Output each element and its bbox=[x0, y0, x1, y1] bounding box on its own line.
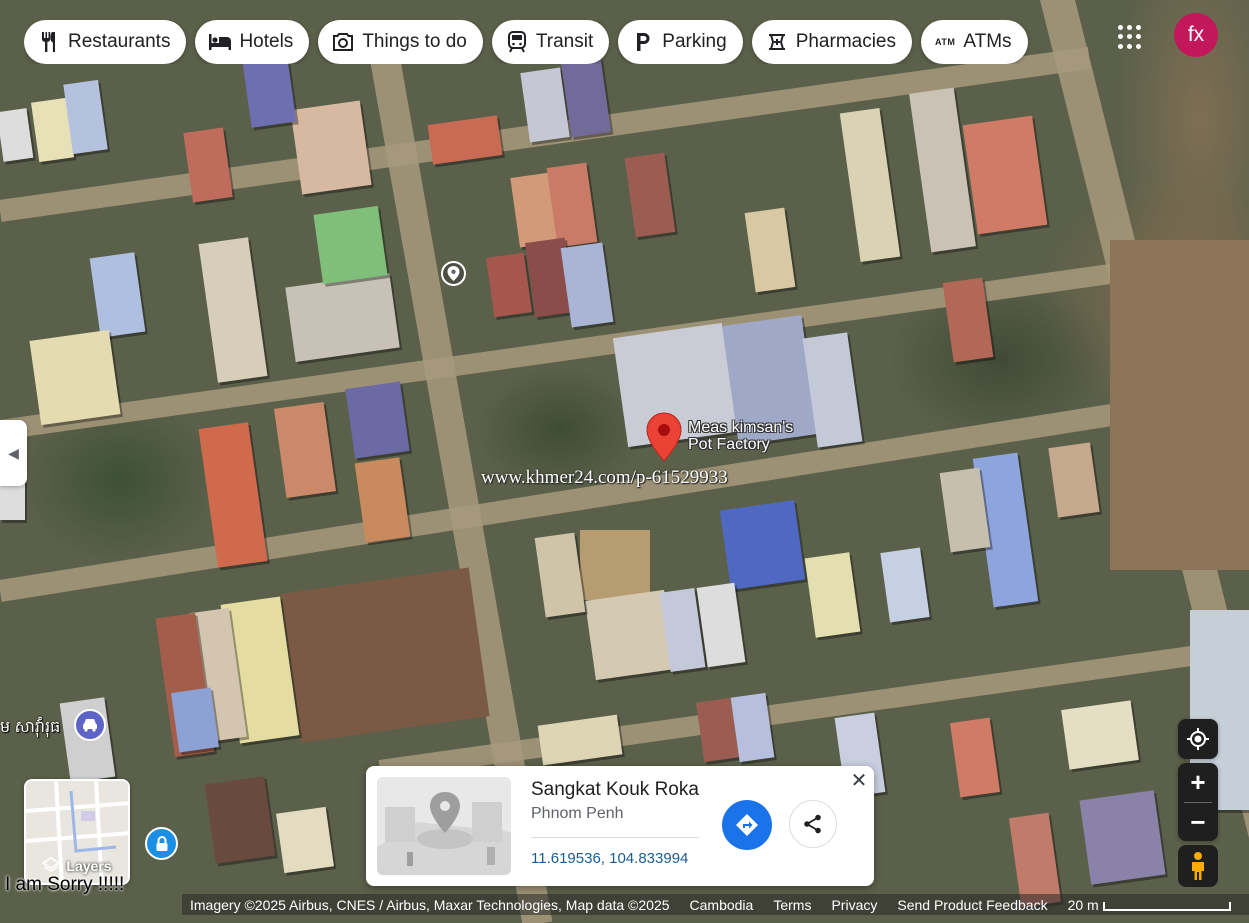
pegman-street-view-icon[interactable] bbox=[1178, 845, 1218, 887]
category-chips: Restaurants Hotels Things to do Transit … bbox=[24, 20, 1044, 64]
close-icon[interactable]: ✕ bbox=[848, 769, 870, 792]
terms-link[interactable]: Terms bbox=[773, 897, 811, 913]
layers-button[interactable]: Layers bbox=[24, 779, 130, 885]
place-label-line2: Pot Factory bbox=[688, 436, 770, 453]
my-location-button[interactable] bbox=[1178, 719, 1218, 759]
parking-icon bbox=[632, 31, 654, 53]
place-label[interactable]: Meas kimsan's Pot Factory bbox=[688, 419, 793, 453]
privacy-link[interactable]: Privacy bbox=[831, 897, 877, 913]
poi-label[interactable]: ម សាវ៉ាំរុធ bbox=[0, 716, 60, 740]
account-avatar[interactable]: fx bbox=[1174, 13, 1218, 57]
chip-label: Things to do bbox=[362, 31, 467, 52]
location-subtitle: Phnom Penh bbox=[531, 805, 624, 822]
watermark-text: www.khmer24.com/p-61529933 bbox=[481, 467, 728, 488]
directions-icon bbox=[736, 814, 758, 836]
location-info-card[interactable]: Sangkat Kouk Roka Phnom Penh 11.619536, … bbox=[366, 766, 874, 886]
chip-transit[interactable]: Transit bbox=[491, 20, 610, 64]
transit-icon bbox=[506, 31, 528, 53]
crosshair-icon bbox=[1187, 728, 1209, 750]
chip-label: ATMs bbox=[963, 31, 1012, 52]
overlay-text: I am Sorry !!!!! bbox=[5, 874, 125, 895]
chevron-left-icon: ◀ bbox=[8, 444, 19, 461]
zoom-in-button[interactable]: + bbox=[1178, 763, 1218, 802]
share-icon bbox=[804, 814, 821, 834]
directions-button[interactable] bbox=[722, 800, 772, 850]
lock-poi-icon[interactable] bbox=[145, 827, 178, 860]
chip-restaurants[interactable]: Restaurants bbox=[24, 20, 187, 64]
street-view-illustration bbox=[377, 777, 511, 875]
hotel-bed-icon bbox=[209, 31, 232, 53]
apps-grid-icon[interactable] bbox=[1118, 25, 1142, 49]
chip-atms[interactable]: ATM ATMs bbox=[921, 20, 1028, 64]
car-service-poi-icon[interactable] bbox=[74, 709, 106, 741]
layers-icon bbox=[42, 857, 61, 873]
chip-label: Transit bbox=[535, 31, 594, 52]
imagery-attribution: Imagery ©2025 Airbus, CNES / Airbus, Max… bbox=[190, 896, 670, 913]
location-coordinates[interactable]: 11.619536, 104.833994 bbox=[531, 850, 688, 867]
selected-location-pin-icon[interactable] bbox=[646, 412, 682, 462]
layers-text: Layers bbox=[66, 858, 112, 874]
collapse-side-panel-button[interactable]: ◀ bbox=[0, 420, 27, 486]
chip-label: Restaurants bbox=[68, 31, 171, 52]
chip-hotels[interactable]: Hotels bbox=[195, 20, 310, 64]
location-title: Sangkat Kouk Roka bbox=[531, 779, 699, 800]
restaurant-icon bbox=[38, 31, 60, 53]
feedback-link[interactable]: Send Product Feedback bbox=[897, 897, 1047, 913]
chip-label: Parking bbox=[662, 31, 727, 52]
zoom-out-button[interactable]: − bbox=[1178, 803, 1218, 842]
map-footer: Imagery ©2025 Airbus, CNES / Airbus, Max… bbox=[182, 894, 1249, 915]
card-divider bbox=[531, 837, 699, 838]
place-pin-icon[interactable] bbox=[441, 261, 466, 286]
chip-pharmacies[interactable]: Pharmacies bbox=[751, 20, 913, 64]
place-label-line1: Meas kimsan's bbox=[688, 419, 794, 436]
layers-label: Layers bbox=[26, 857, 128, 875]
chip-label: Pharmacies bbox=[795, 31, 897, 52]
chip-parking[interactable]: Parking bbox=[618, 20, 743, 64]
country-label: Cambodia bbox=[689, 896, 754, 913]
scale-bar[interactable] bbox=[1102, 902, 1231, 911]
pharmacy-icon bbox=[766, 31, 788, 53]
street-view-thumbnail[interactable] bbox=[377, 777, 511, 875]
chip-things-to-do[interactable]: Things to do bbox=[318, 20, 483, 64]
share-button[interactable] bbox=[789, 800, 837, 848]
zoom-controls: + − bbox=[1178, 763, 1218, 841]
camera-icon bbox=[332, 31, 354, 53]
chip-label: Hotels bbox=[239, 31, 294, 52]
atm-icon: ATM bbox=[935, 37, 956, 47]
scale-label[interactable]: 20 m bbox=[1068, 897, 1099, 913]
